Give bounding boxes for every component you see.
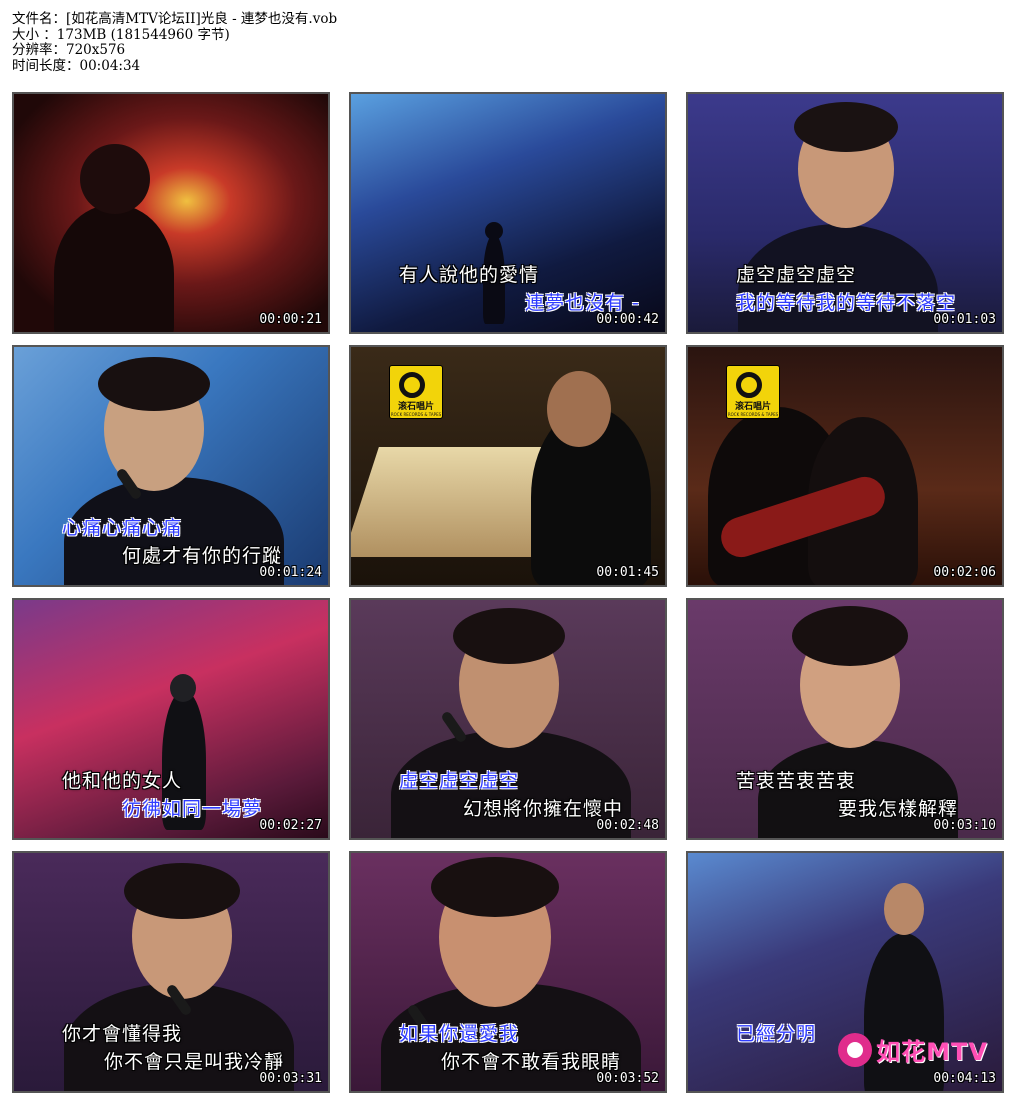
lyric-line-2: 彷彿如同一場夢 — [122, 798, 263, 820]
timestamp: 00:00:42 — [596, 312, 659, 327]
thumbnail-frame-6[interactable]: 滚石唱片 ROCK RECORDS & TAPES 00:02:06 — [686, 345, 1004, 587]
filename-label: 文件名： — [12, 11, 66, 27]
timestamp: 00:04:13 — [933, 1071, 996, 1086]
singer-hair — [98, 357, 210, 411]
timestamp: 00:02:27 — [259, 818, 322, 833]
timestamp: 00:02:48 — [596, 818, 659, 833]
lyric-line-1: 如果你還愛我 — [399, 1023, 520, 1045]
thumbnail-frame-8[interactable]: 虛空虛空虛空 幻想將你擁在懷中 00:02:48 — [349, 598, 667, 840]
timestamp: 00:03:52 — [596, 1071, 659, 1086]
resolution-line: 分辨率：720x576 — [12, 42, 337, 59]
lyric-line-1: 苦衷苦衷苦衷 — [736, 770, 857, 792]
thumbnail-frame-12[interactable]: 已經分明 如花MTV 00:04:13 — [686, 851, 1004, 1093]
logo-subtext: ROCK RECORDS & TAPES — [727, 412, 779, 417]
lyric-line-1: 他和他的女人 — [62, 770, 183, 792]
thumbnail-frame-9[interactable]: 苦衷苦衷苦衷 要我怎樣解釋 00:03:10 — [686, 598, 1004, 840]
lyric-line-1: 你才會懂得我 — [62, 1023, 183, 1045]
lyric-line-1: 已經分明 — [736, 1023, 817, 1045]
watermark-logo-icon — [838, 1032, 873, 1067]
lyric-line-2: 要我怎樣解釋 — [838, 798, 959, 820]
timestamp: 00:03:31 — [259, 1071, 322, 1086]
size-line: 大小 ：173MB (181544960 字节) — [12, 26, 337, 44]
logo-text: 滚石唱片 — [397, 402, 434, 412]
duration-line: 时间长度：00:04:34 — [12, 57, 337, 75]
thumbnail-frame-4[interactable]: 心痛心痛心痛 何處才有你的行蹤 00:01:24 — [12, 345, 330, 587]
thumbnail-frame-7[interactable]: 他和他的女人 彷彿如同一場夢 00:02:27 — [12, 598, 330, 840]
timestamp: 00:01:03 — [933, 312, 996, 327]
keyboardist-head — [547, 371, 611, 447]
logo-ring-icon — [736, 372, 762, 398]
watermark: 如花MTV — [838, 1032, 988, 1067]
timestamp: 00:00:21 — [259, 312, 322, 327]
logo-text: 滚石唱片 — [734, 402, 771, 412]
rock-records-logo: 滚石唱片 ROCK RECORDS & TAPES — [726, 365, 780, 419]
duration-value: 00:04:34 — [79, 57, 141, 74]
watermark-text: 如花MTV — [876, 1038, 988, 1066]
thumbnail-frame-3[interactable]: 虛空虛空虛空 我的等待我的等待不落空 00:01:03 — [686, 92, 1004, 334]
singer-hair — [124, 863, 240, 919]
thumbnail-frame-11[interactable]: 如果你還愛我 你不會不敢看我眼睛 00:03:52 — [349, 851, 667, 1093]
musician-head — [80, 144, 150, 214]
lyric-line-2: 我的等待我的等待不落空 — [736, 292, 957, 314]
timestamp: 00:03:10 — [933, 818, 996, 833]
timestamp: 00:01:24 — [259, 565, 322, 580]
lyric-line-1: 虛空虛空虛空 — [736, 264, 857, 286]
singer-head — [485, 222, 503, 240]
resolution-label: 分辨率： — [12, 42, 66, 58]
singer-hair — [453, 608, 565, 664]
logo-ring-icon — [399, 372, 425, 398]
thumbnail-frame-1[interactable]: 00:00:21 — [12, 92, 330, 334]
filename-value: [如花高清MTV论坛II]光良 - 連梦也没有.vob — [66, 11, 338, 27]
singer-hair — [792, 606, 908, 666]
singer-silhouette — [864, 933, 944, 1091]
lyric-line-1: 虛空虛空虛空 — [399, 770, 520, 792]
file-info: 文件名：[如花高清MTV论坛II]光良 - 連梦也没有.vob 大小 ：173M… — [12, 11, 338, 75]
filename-line: 文件名：[如花高清MTV论坛II]光良 - 連梦也没有.vob — [12, 11, 338, 28]
resolution-value: 720x576 — [66, 42, 126, 58]
thumbnail-frame-2[interactable]: 有人說他的愛情 連夢也沒有 - 00:00:42 — [349, 92, 667, 334]
duration-label: 时间长度： — [12, 57, 80, 74]
lyric-line-2: 何處才有你的行蹤 — [122, 545, 283, 567]
rock-records-logo: 滚石唱片 ROCK RECORDS & TAPES — [389, 365, 443, 419]
lyric-line-2: 你不會只是叫我冷靜 — [104, 1051, 285, 1073]
lyric-line-1: 心痛心痛心痛 — [62, 517, 183, 539]
singer-head — [884, 883, 924, 935]
lyric-line-1: 有人說他的愛情 — [399, 264, 540, 286]
lyric-line-2: 幻想將你擁在懷中 — [463, 798, 624, 820]
musician-silhouette — [54, 204, 174, 332]
lyric-line-2: 你不會不敢看我眼睛 — [441, 1051, 622, 1073]
singer-head — [170, 674, 196, 702]
size-label: 大小 ： — [12, 26, 57, 43]
timestamp: 00:01:45 — [596, 565, 659, 580]
logo-subtext: ROCK RECORDS & TAPES — [390, 412, 442, 417]
singer-hair — [794, 102, 898, 152]
singer-hair — [431, 857, 559, 917]
thumbnail-frame-10[interactable]: 你才會懂得我 你不會只是叫我冷靜 00:03:31 — [12, 851, 330, 1093]
thumbnail-frame-5[interactable]: 滚石唱片 ROCK RECORDS & TAPES 00:01:45 — [349, 345, 667, 587]
size-value: 173MB (181544960 字节) — [56, 26, 230, 43]
timestamp: 00:02:06 — [933, 565, 996, 580]
lyric-line-2: 連夢也沒有 - — [525, 292, 640, 314]
